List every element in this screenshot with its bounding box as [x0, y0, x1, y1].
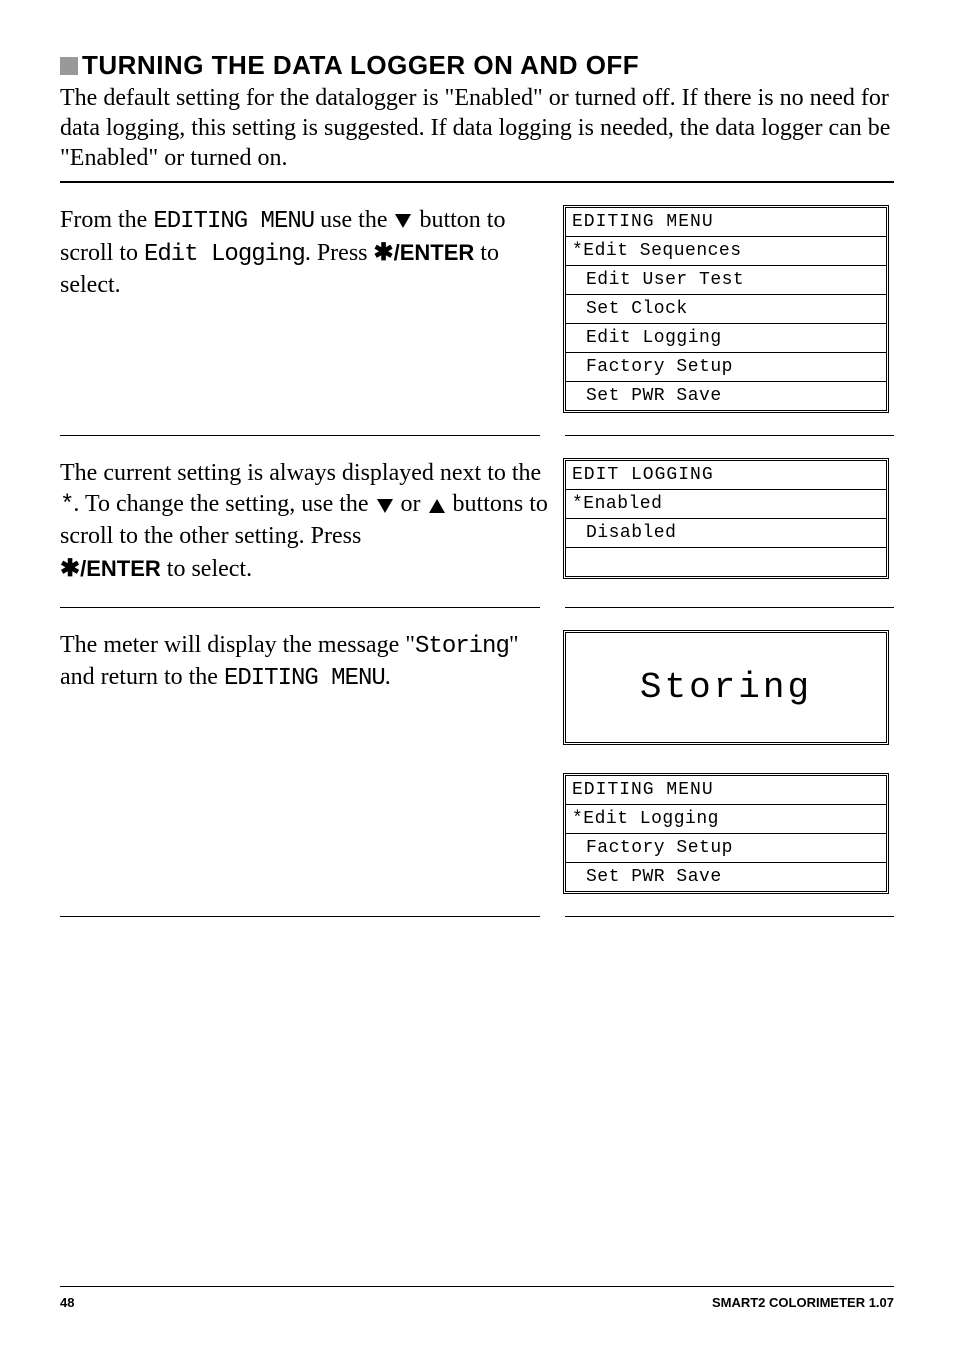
- lcd-item: Factory Setup: [566, 834, 886, 863]
- step-1: From the EDITING MENU use the button to …: [60, 205, 894, 413]
- lcd-column: Storing EDITING MENU *Edit Logging Facto…: [563, 630, 889, 894]
- text: to select.: [161, 556, 252, 582]
- divider-thick: [60, 181, 894, 183]
- lcd-header: EDITING MENU: [566, 208, 886, 237]
- mono-text: Edit Logging: [144, 241, 305, 268]
- text: The current setting is always displayed …: [60, 460, 541, 486]
- lcd-item: Set PWR Save: [566, 863, 886, 891]
- enter-key: /ENTER: [394, 240, 475, 265]
- page-footer: 48 SMART2 COLORIMETER 1.07: [60, 1286, 894, 1310]
- up-arrow-icon: [429, 499, 445, 513]
- mono-text: EDITING MENU: [153, 208, 314, 235]
- text: use the: [314, 207, 393, 233]
- lcd-panel-1: EDITING MENU *Edit Sequences Edit User T…: [563, 205, 889, 413]
- divider-thin: [565, 916, 894, 917]
- divider-row: [60, 916, 894, 917]
- lcd-item: Edit Logging: [566, 324, 886, 353]
- step-3-text: The meter will display the message "Stor…: [60, 630, 555, 694]
- asterisk-icon: ✱: [60, 555, 80, 582]
- step-2-text: The current setting is always displayed …: [60, 458, 555, 585]
- divider-row: [60, 607, 894, 608]
- step-2: The current setting is always displayed …: [60, 458, 894, 585]
- lcd-selected-item: *Edit Sequences: [566, 237, 886, 266]
- storing-text: Storing: [640, 667, 812, 708]
- down-arrow-icon: [377, 499, 393, 513]
- divider-thin: [60, 607, 540, 608]
- lcd-empty-row: [566, 548, 886, 576]
- text: or: [395, 491, 427, 517]
- divider-row: [60, 435, 894, 436]
- divider-thin: [565, 435, 894, 436]
- product-name: SMART2 COLORIMETER 1.07: [712, 1295, 894, 1310]
- intro-paragraph: The default setting for the datalogger i…: [60, 83, 894, 173]
- title-square-icon: [60, 57, 78, 75]
- asterisk-icon: ✱: [374, 239, 394, 266]
- lcd-item: Edit User Test: [566, 266, 886, 295]
- text: . Press: [305, 240, 374, 266]
- lcd-selected-item: *Enabled: [566, 490, 886, 519]
- title-line: TURNING THE DATA LOGGER ON AND OFF: [60, 50, 894, 81]
- lcd-selected-item: *Edit Logging: [566, 805, 886, 834]
- text: The meter will display the message ": [60, 632, 415, 658]
- mono-text: EDITING MENU: [224, 665, 385, 692]
- lcd-storing-panel: Storing: [563, 630, 889, 745]
- text: .: [385, 664, 391, 690]
- step-3: The meter will display the message "Stor…: [60, 630, 894, 894]
- lcd-item: Factory Setup: [566, 353, 886, 382]
- section-title: TURNING THE DATA LOGGER ON AND OFF: [82, 50, 639, 81]
- lcd-header: EDIT LOGGING: [566, 461, 886, 490]
- lcd-panel-3: EDITING MENU *Edit Logging Factory Setup…: [563, 773, 889, 894]
- mono-text: *: [60, 492, 73, 519]
- lcd-item: Disabled: [566, 519, 886, 548]
- enter-key: /ENTER: [80, 556, 161, 581]
- down-arrow-icon: [395, 214, 411, 228]
- lcd-item: Set PWR Save: [566, 382, 886, 410]
- lcd-panel-2: EDIT LOGGING *Enabled Disabled: [563, 458, 889, 579]
- mono-text: Storing: [415, 633, 509, 660]
- lcd-header: EDITING MENU: [566, 776, 886, 805]
- divider-thin: [60, 435, 540, 436]
- lcd-item: Set Clock: [566, 295, 886, 324]
- page-number: 48: [60, 1295, 74, 1310]
- divider-thin: [60, 916, 540, 917]
- divider-thin: [565, 607, 894, 608]
- text: . To change the setting, use the: [73, 491, 374, 517]
- step-1-text: From the EDITING MENU use the button to …: [60, 205, 555, 302]
- text: From the: [60, 207, 153, 233]
